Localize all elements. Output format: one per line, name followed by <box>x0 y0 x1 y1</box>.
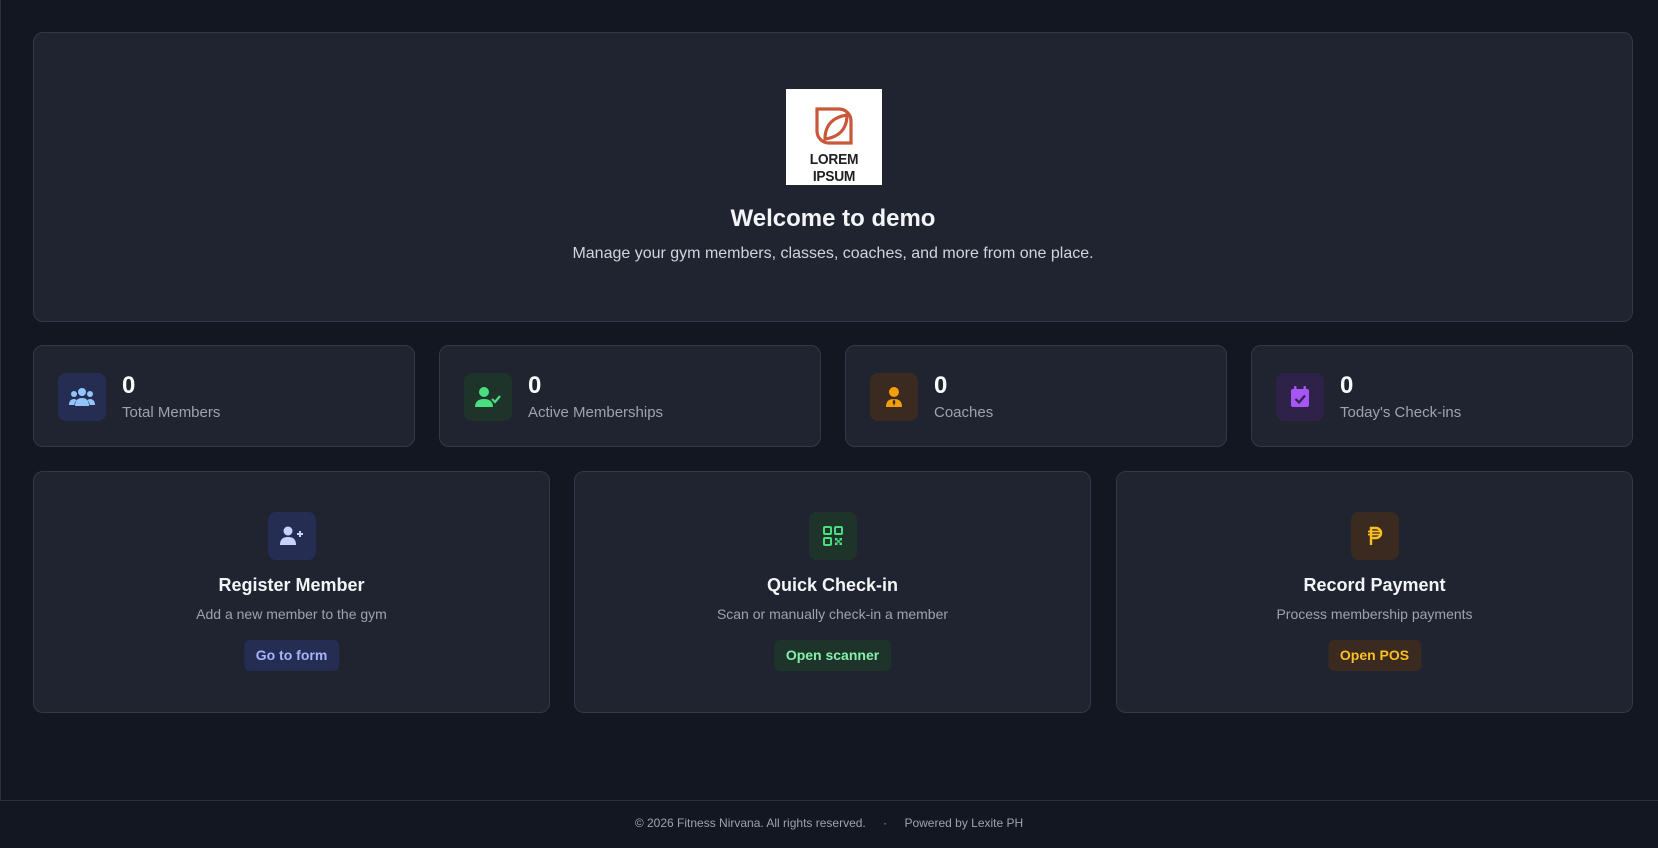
coach-icon <box>870 373 918 421</box>
frame-divider <box>0 0 1 800</box>
user-check-icon <box>464 373 512 421</box>
copyright-text: © 2026 Fitness Nirvana. All rights reser… <box>634 816 866 830</box>
gym-logo: LOREM IPSUM <box>786 89 882 185</box>
welcome-subtitle: Manage your gym members, classes, coache… <box>572 245 1094 262</box>
logo-text: LOREM IPSUM <box>809 151 859 185</box>
action-title: Record Payment <box>1303 575 1446 595</box>
stat-coaches: 0 Coaches <box>845 345 1227 447</box>
footer-separator: · <box>883 816 888 830</box>
stat-label: Active Memberships <box>528 404 664 421</box>
open-pos-button[interactable]: Open POS <box>1327 640 1422 671</box>
calendar-check-icon <box>1276 373 1324 421</box>
dashboard-main: LOREM IPSUM Welcome to demo Manage your … <box>33 32 1633 713</box>
stat-total-members: 0 Total Members <box>33 345 415 447</box>
stat-label: Total Members <box>122 404 221 421</box>
user-plus-icon <box>268 512 316 560</box>
users-icon <box>58 373 106 421</box>
welcome-title: Welcome to demo <box>730 205 936 232</box>
action-description: Scan or manually check-in a member <box>716 606 949 622</box>
action-title: Register Member <box>218 575 365 595</box>
stat-active-memberships: 0 Active Memberships <box>439 345 821 447</box>
stat-value: 0 <box>934 372 948 399</box>
stats-row: 0 Total Members 0 Active Memberships 0 C… <box>33 345 1633 447</box>
action-register-member: Register Member Add a new member to the … <box>33 471 550 713</box>
quick-actions-row: Register Member Add a new member to the … <box>33 471 1633 713</box>
stat-value: 0 <box>1340 372 1354 399</box>
go-to-form-button[interactable]: Go to form <box>243 640 340 671</box>
action-description: Add a new member to the gym <box>196 606 387 622</box>
welcome-hero: LOREM IPSUM Welcome to demo Manage your … <box>33 32 1633 322</box>
stat-label: Today's Check-ins <box>1340 404 1462 421</box>
action-record-payment: Record Payment Process membership paymen… <box>1116 471 1633 713</box>
stat-todays-checkins: 0 Today's Check-ins <box>1251 345 1633 447</box>
stat-value: 0 <box>122 372 136 399</box>
stat-label: Coaches <box>934 404 994 421</box>
action-description: Process membership payments <box>1276 606 1473 622</box>
qr-code-icon <box>809 512 857 560</box>
footer: © 2026 Fitness Nirvana. All rights reser… <box>0 800 1658 848</box>
powered-by-text: Powered by Lexite PH <box>904 816 1024 830</box>
stat-value: 0 <box>528 372 542 399</box>
open-scanner-button[interactable]: Open scanner <box>773 640 892 671</box>
action-title: Quick Check-in <box>766 575 899 595</box>
peso-icon <box>1351 512 1399 560</box>
action-quick-checkin: Quick Check-in Scan or manually check-in… <box>574 471 1091 713</box>
leaf-logo-icon <box>815 107 853 145</box>
